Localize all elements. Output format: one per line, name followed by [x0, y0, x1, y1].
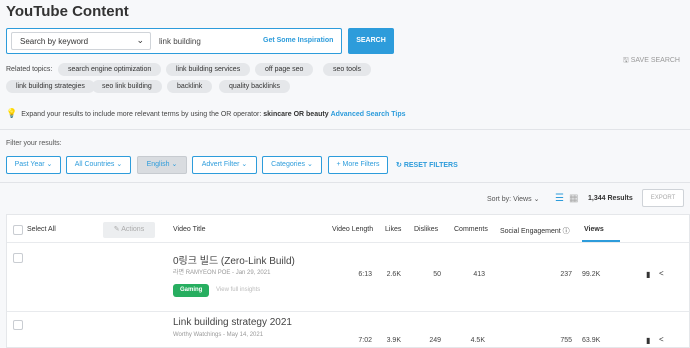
tip-example: skincare OR beauty [263, 111, 329, 118]
save-icon: 🖫 [622, 57, 629, 64]
topic-chip[interactable]: off page seo [255, 63, 314, 76]
chevron-down-icon: ⌄ [533, 196, 540, 203]
col-social-engagement[interactable]: Social Engagement ⓘ [500, 226, 570, 236]
share-icon[interactable]: < [659, 269, 664, 278]
filter-language[interactable]: English ⌄ [137, 156, 187, 174]
topic-chip[interactable]: quality backlinks [219, 80, 290, 93]
search-tip: 💡 Expand your results to include more rel… [6, 108, 406, 119]
select-all-checkbox[interactable] [13, 225, 23, 235]
refresh-icon: ↻ [396, 162, 402, 169]
filter-label-text: More Filters [342, 161, 380, 168]
actions-button[interactable]: ✎ Actions [103, 222, 155, 238]
video-title[interactable]: 0링크 빌드 (Zero-Link Build) [173, 252, 295, 267]
list-view-icon[interactable]: ☰ [555, 193, 564, 204]
header-divider [7, 242, 689, 243]
actions-icon: ✎ [113, 226, 120, 233]
chevron-down-icon: ⌄ [241, 161, 248, 168]
view-insights-link[interactable]: View full insights [216, 287, 260, 293]
reset-filters-button[interactable]: ↻ RESET FILTERS [396, 161, 458, 169]
related-topics-label: Related topics: [6, 66, 53, 73]
filter-label: Filter your results: [6, 140, 62, 147]
col-likes[interactable]: Likes [385, 226, 401, 233]
filter-advert[interactable]: Advert Filter ⌄ [192, 156, 257, 174]
likes: 2.6K [386, 271, 401, 278]
search-button[interactable]: SEARCH [348, 28, 394, 54]
inspiration-link[interactable]: Get Some Inspiration [263, 37, 333, 44]
filter-past-year[interactable]: Past Year ⌄ [6, 156, 61, 174]
views: 63.9K [582, 337, 601, 344]
video-meta: Worthy Watchings - May 14, 2021 [173, 332, 264, 338]
search-mode-select[interactable]: Search by keyword ⌄ [11, 32, 151, 50]
bookmark-icon[interactable]: ▮ [646, 270, 650, 279]
lightbulb-icon: 💡 [6, 108, 18, 118]
topic-chip[interactable]: seo link building [92, 80, 162, 93]
chevron-down-icon: ⌄ [171, 161, 178, 168]
bookmark-icon[interactable]: ▮ [646, 336, 650, 345]
dislikes: 249 [429, 337, 441, 344]
filter-label-text: Advert Filter [201, 161, 240, 168]
social-engagement-label: Social Engagement [500, 228, 561, 235]
divider [0, 129, 690, 130]
col-dislikes[interactable]: Dislikes [414, 226, 438, 233]
social-engagement: 755 [560, 337, 572, 344]
topic-chip[interactable]: search engine optimization [58, 63, 162, 76]
results-table: Select All ✎ Actions Video Title Video L… [6, 214, 690, 348]
results-count: 1,344 Results [588, 195, 633, 202]
video-meta: 라면 RAMYEON POE - Jan 29, 2021 [173, 270, 271, 276]
social-engagement: 237 [560, 271, 572, 278]
row-checkbox[interactable] [13, 320, 23, 330]
col-comments[interactable]: Comments [454, 226, 488, 233]
comments: 4.5K [470, 337, 485, 344]
col-views[interactable]: Views [584, 226, 604, 233]
col-video-length[interactable]: Video Length [332, 226, 373, 233]
sort-label: Sort by: Views [487, 196, 532, 203]
grid-view-icon[interactable]: ▦ [569, 193, 578, 204]
chevron-down-icon: ⌄ [136, 35, 144, 45]
row-divider [7, 311, 689, 312]
filter-categories[interactable]: Categories ⌄ [262, 156, 322, 174]
sort-select[interactable]: Sort by: Views ⌄ [487, 195, 539, 203]
chevron-down-icon: ⌄ [46, 161, 53, 168]
video-length: 6:13 [358, 271, 372, 278]
filter-label-text: English [146, 161, 170, 168]
filter-label-text: All Countries [74, 161, 115, 168]
divider [0, 182, 690, 183]
video-title[interactable]: Link building strategy 2021 [173, 317, 292, 328]
page-title: YouTube Content [6, 3, 129, 20]
save-search-label: SAVE SEARCH [630, 57, 680, 64]
topic-chip[interactable]: link building strategies [6, 80, 95, 93]
plus-icon: + [336, 161, 341, 168]
advanced-search-tips-link[interactable]: Advanced Search Tips [331, 111, 406, 118]
topic-chip[interactable]: link building services [166, 63, 251, 76]
likes: 3.9K [386, 337, 401, 344]
search-mode-label: Search by keyword [20, 37, 89, 46]
filter-countries[interactable]: All Countries ⌄ [66, 156, 131, 174]
more-filters-button[interactable]: + More Filters [328, 156, 388, 174]
dislikes: 50 [433, 271, 441, 278]
row-checkbox[interactable] [13, 253, 23, 263]
category-badge[interactable]: Gaming [173, 284, 210, 297]
filter-label-text: Categories [271, 161, 306, 168]
views: 99.2K [582, 271, 601, 278]
save-search-button[interactable]: 🖫 SAVE SEARCH [623, 56, 680, 67]
topic-chip[interactable]: seo tools [323, 63, 372, 76]
info-icon: ⓘ [562, 228, 570, 235]
col-video-title[interactable]: Video Title [173, 226, 206, 233]
video-length: 7:02 [358, 337, 372, 344]
search-bar: Search by keyword ⌄ link building Get So… [6, 28, 342, 54]
chevron-down-icon: ⌄ [116, 161, 123, 168]
select-all-label: Select All [27, 226, 56, 233]
share-icon[interactable]: < [659, 335, 664, 344]
topic-chip[interactable]: backlink [167, 80, 213, 93]
comments: 413 [473, 271, 485, 278]
export-button[interactable]: EXPORT [642, 189, 684, 207]
tip-text: Expand your results to include more rele… [21, 111, 262, 118]
filter-label-text: Past Year [14, 161, 45, 168]
keyword-input[interactable]: link building [159, 37, 201, 46]
chevron-down-icon: ⌄ [306, 161, 313, 168]
actions-label: Actions [121, 226, 145, 233]
reset-filters-label: RESET FILTERS [403, 162, 458, 169]
